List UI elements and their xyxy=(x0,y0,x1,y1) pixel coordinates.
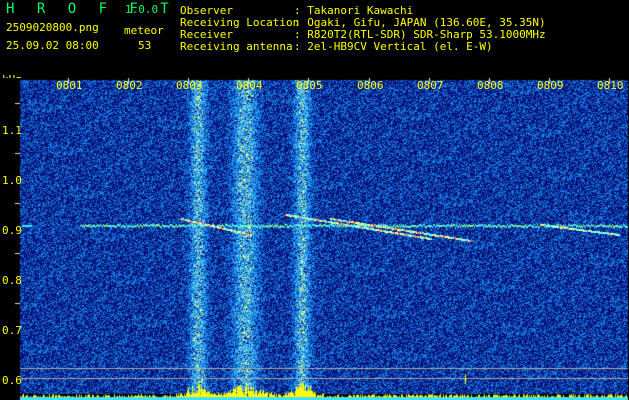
freq-tick-label: 0.8 xyxy=(2,274,22,287)
time-tick-label: 0804 xyxy=(236,79,263,92)
time-tick-label: 0810 xyxy=(597,79,624,92)
time-tick-label: 0803 xyxy=(176,79,203,92)
antenna-label: Receiving antenna xyxy=(180,40,293,53)
freq-tick-label: 1.1 xyxy=(2,124,22,137)
time-tick-label: 0807 xyxy=(417,79,444,92)
time-tick-label: 0806 xyxy=(357,79,384,92)
header-panel: H R O F F T 1.0.0 250902080­0.png meteor… xyxy=(0,0,629,86)
datetime-label: 25.09.02 08:00 xyxy=(6,39,99,52)
meteor-count: 53 xyxy=(138,39,152,52)
time-tick-label: 0809 xyxy=(537,79,564,92)
time-tick-label: 0802 xyxy=(116,79,143,92)
file-name: 250902080­0.png xyxy=(6,21,99,34)
time-tick-label: 0805 xyxy=(296,79,323,92)
app-version: 1.0.0 xyxy=(125,3,159,16)
time-tick-label: 0808 xyxy=(477,79,504,92)
freq-tick-label: 0.9 xyxy=(2,224,22,237)
freq-tick-label: 0.6 xyxy=(2,374,22,387)
spectrogram-canvas xyxy=(0,78,629,400)
time-tick-label: 0801 xyxy=(56,79,83,92)
mode-label: meteor xyxy=(124,24,164,37)
freq-tick-label: 0.7 xyxy=(2,324,22,337)
antenna-value: : 2el-HB9CV Vertical (el. E-W) xyxy=(294,40,493,53)
freq-tick-label: 1.0 xyxy=(2,174,22,187)
